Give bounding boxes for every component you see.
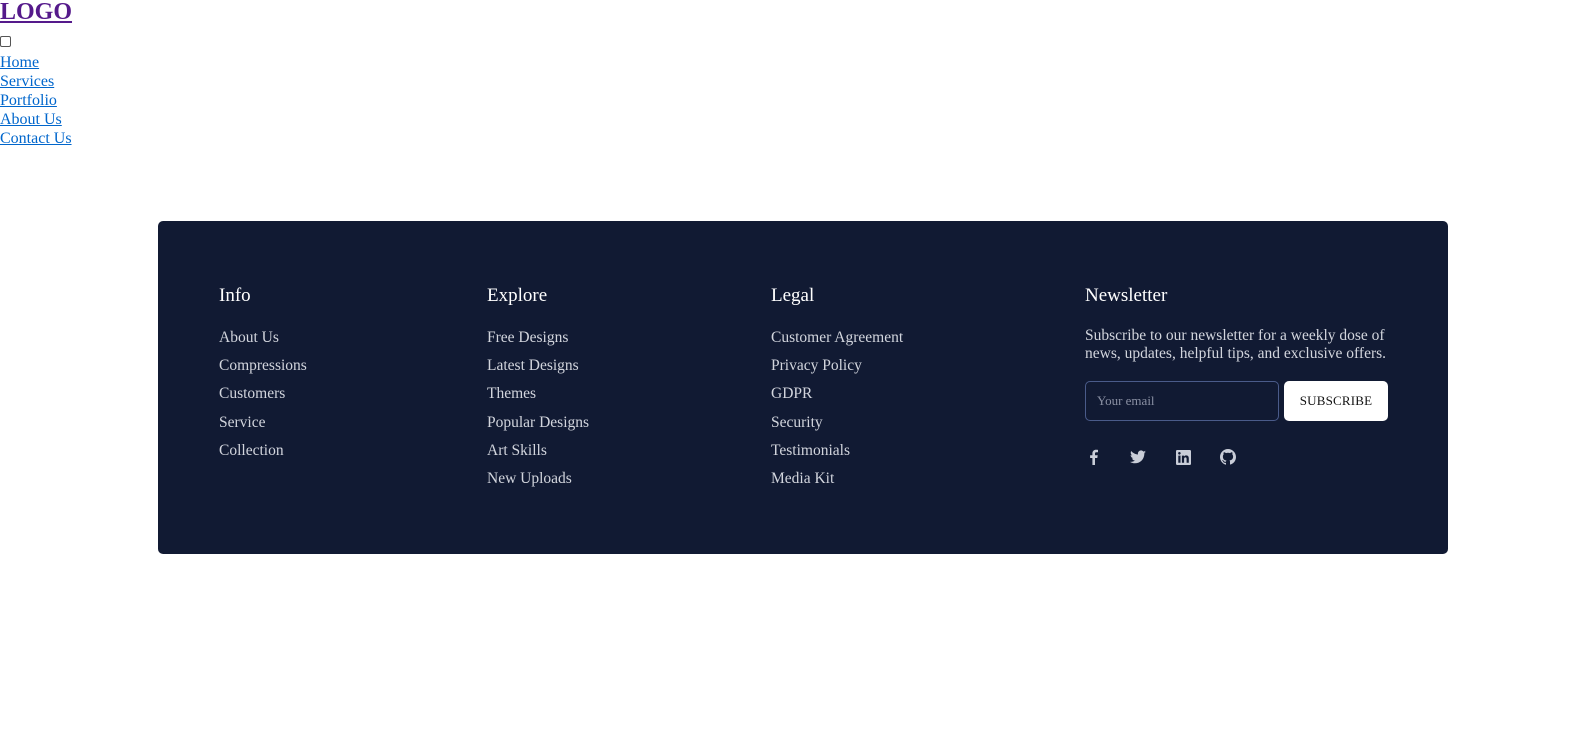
footer-heading-newsletter: Newsletter bbox=[1085, 285, 1168, 306]
twitter-icon[interactable] bbox=[1130, 449, 1146, 465]
footer-link-testimonials[interactable]: Testimonials bbox=[771, 437, 903, 465]
email-input[interactable] bbox=[1085, 381, 1279, 421]
linkedin-icon[interactable] bbox=[1175, 449, 1191, 465]
footer-heading-legal: Legal bbox=[771, 285, 815, 306]
footer-link-free-designs[interactable]: Free Designs bbox=[487, 324, 589, 352]
footer-link-privacy-policy[interactable]: Privacy Policy bbox=[771, 352, 903, 380]
nav-link-home[interactable]: Home bbox=[0, 54, 39, 71]
social-links bbox=[1085, 449, 1395, 465]
footer-heading-info: Info bbox=[219, 285, 251, 306]
github-icon[interactable] bbox=[1220, 449, 1236, 465]
nav-link-portfolio[interactable]: Portfolio bbox=[0, 92, 57, 109]
nav-link-about-us[interactable]: About Us bbox=[0, 111, 62, 128]
top-navigation: LOGO Home Services Portfolio About Us Co… bbox=[0, 0, 72, 148]
footer-list-legal: Customer Agreement Privacy Policy GDPR S… bbox=[771, 324, 903, 493]
footer-link-security[interactable]: Security bbox=[771, 409, 903, 437]
footer-column-legal: Legal Customer Agreement Privacy Policy … bbox=[771, 284, 903, 493]
footer-link-themes[interactable]: Themes bbox=[487, 380, 589, 408]
footer-link-about-us[interactable]: About Us bbox=[219, 324, 307, 352]
footer-link-new-uploads[interactable]: New Uploads bbox=[487, 465, 589, 493]
nav-item-portfolio: Portfolio bbox=[0, 91, 72, 110]
facebook-icon[interactable] bbox=[1085, 449, 1101, 465]
footer-link-compressions[interactable]: Compressions bbox=[219, 352, 307, 380]
footer-column-info: Info About Us Compressions Customers Ser… bbox=[219, 284, 307, 465]
subscribe-form: SUBSCRIBE bbox=[1085, 381, 1395, 421]
footer-link-popular-designs[interactable]: Popular Designs bbox=[487, 409, 589, 437]
footer-link-media-kit[interactable]: Media Kit bbox=[771, 465, 903, 493]
nav-item-about-us: About Us bbox=[0, 110, 72, 129]
footer-link-customer-agreement[interactable]: Customer Agreement bbox=[771, 324, 903, 352]
footer-list-explore: Free Designs Latest Designs Themes Popul… bbox=[487, 324, 589, 493]
site-footer: Info About Us Compressions Customers Ser… bbox=[158, 221, 1448, 554]
footer-link-collection[interactable]: Collection bbox=[219, 437, 307, 465]
nav-links: Home Services Portfolio About Us Contact… bbox=[0, 53, 72, 148]
footer-heading-explore: Explore bbox=[487, 285, 548, 306]
footer-link-art-skills[interactable]: Art Skills bbox=[487, 437, 589, 465]
nav-item-services: Services bbox=[0, 72, 72, 91]
footer-link-latest-designs[interactable]: Latest Designs bbox=[487, 352, 589, 380]
newsletter-description: Subscribe to our newsletter for a weekly… bbox=[1085, 327, 1387, 362]
nav-item-contact-us: Contact Us bbox=[0, 129, 72, 148]
subscribe-button[interactable]: SUBSCRIBE bbox=[1284, 381, 1388, 421]
nav-link-services[interactable]: Services bbox=[0, 73, 54, 90]
footer-column-newsletter: Newsletter Subscribe to our newsletter f… bbox=[1085, 284, 1395, 465]
footer-link-customers[interactable]: Customers bbox=[219, 380, 307, 408]
nav-item-home: Home bbox=[0, 53, 72, 72]
logo-link[interactable]: LOGO bbox=[0, 0, 72, 24]
footer-link-gdpr[interactable]: GDPR bbox=[771, 380, 903, 408]
menu-toggle-checkbox[interactable] bbox=[0, 36, 11, 47]
nav-link-contact-us[interactable]: Contact Us bbox=[0, 130, 72, 147]
footer-column-explore: Explore Free Designs Latest Designs Them… bbox=[487, 284, 589, 493]
footer-list-info: About Us Compressions Customers Service … bbox=[219, 324, 307, 465]
footer-link-service[interactable]: Service bbox=[219, 409, 307, 437]
